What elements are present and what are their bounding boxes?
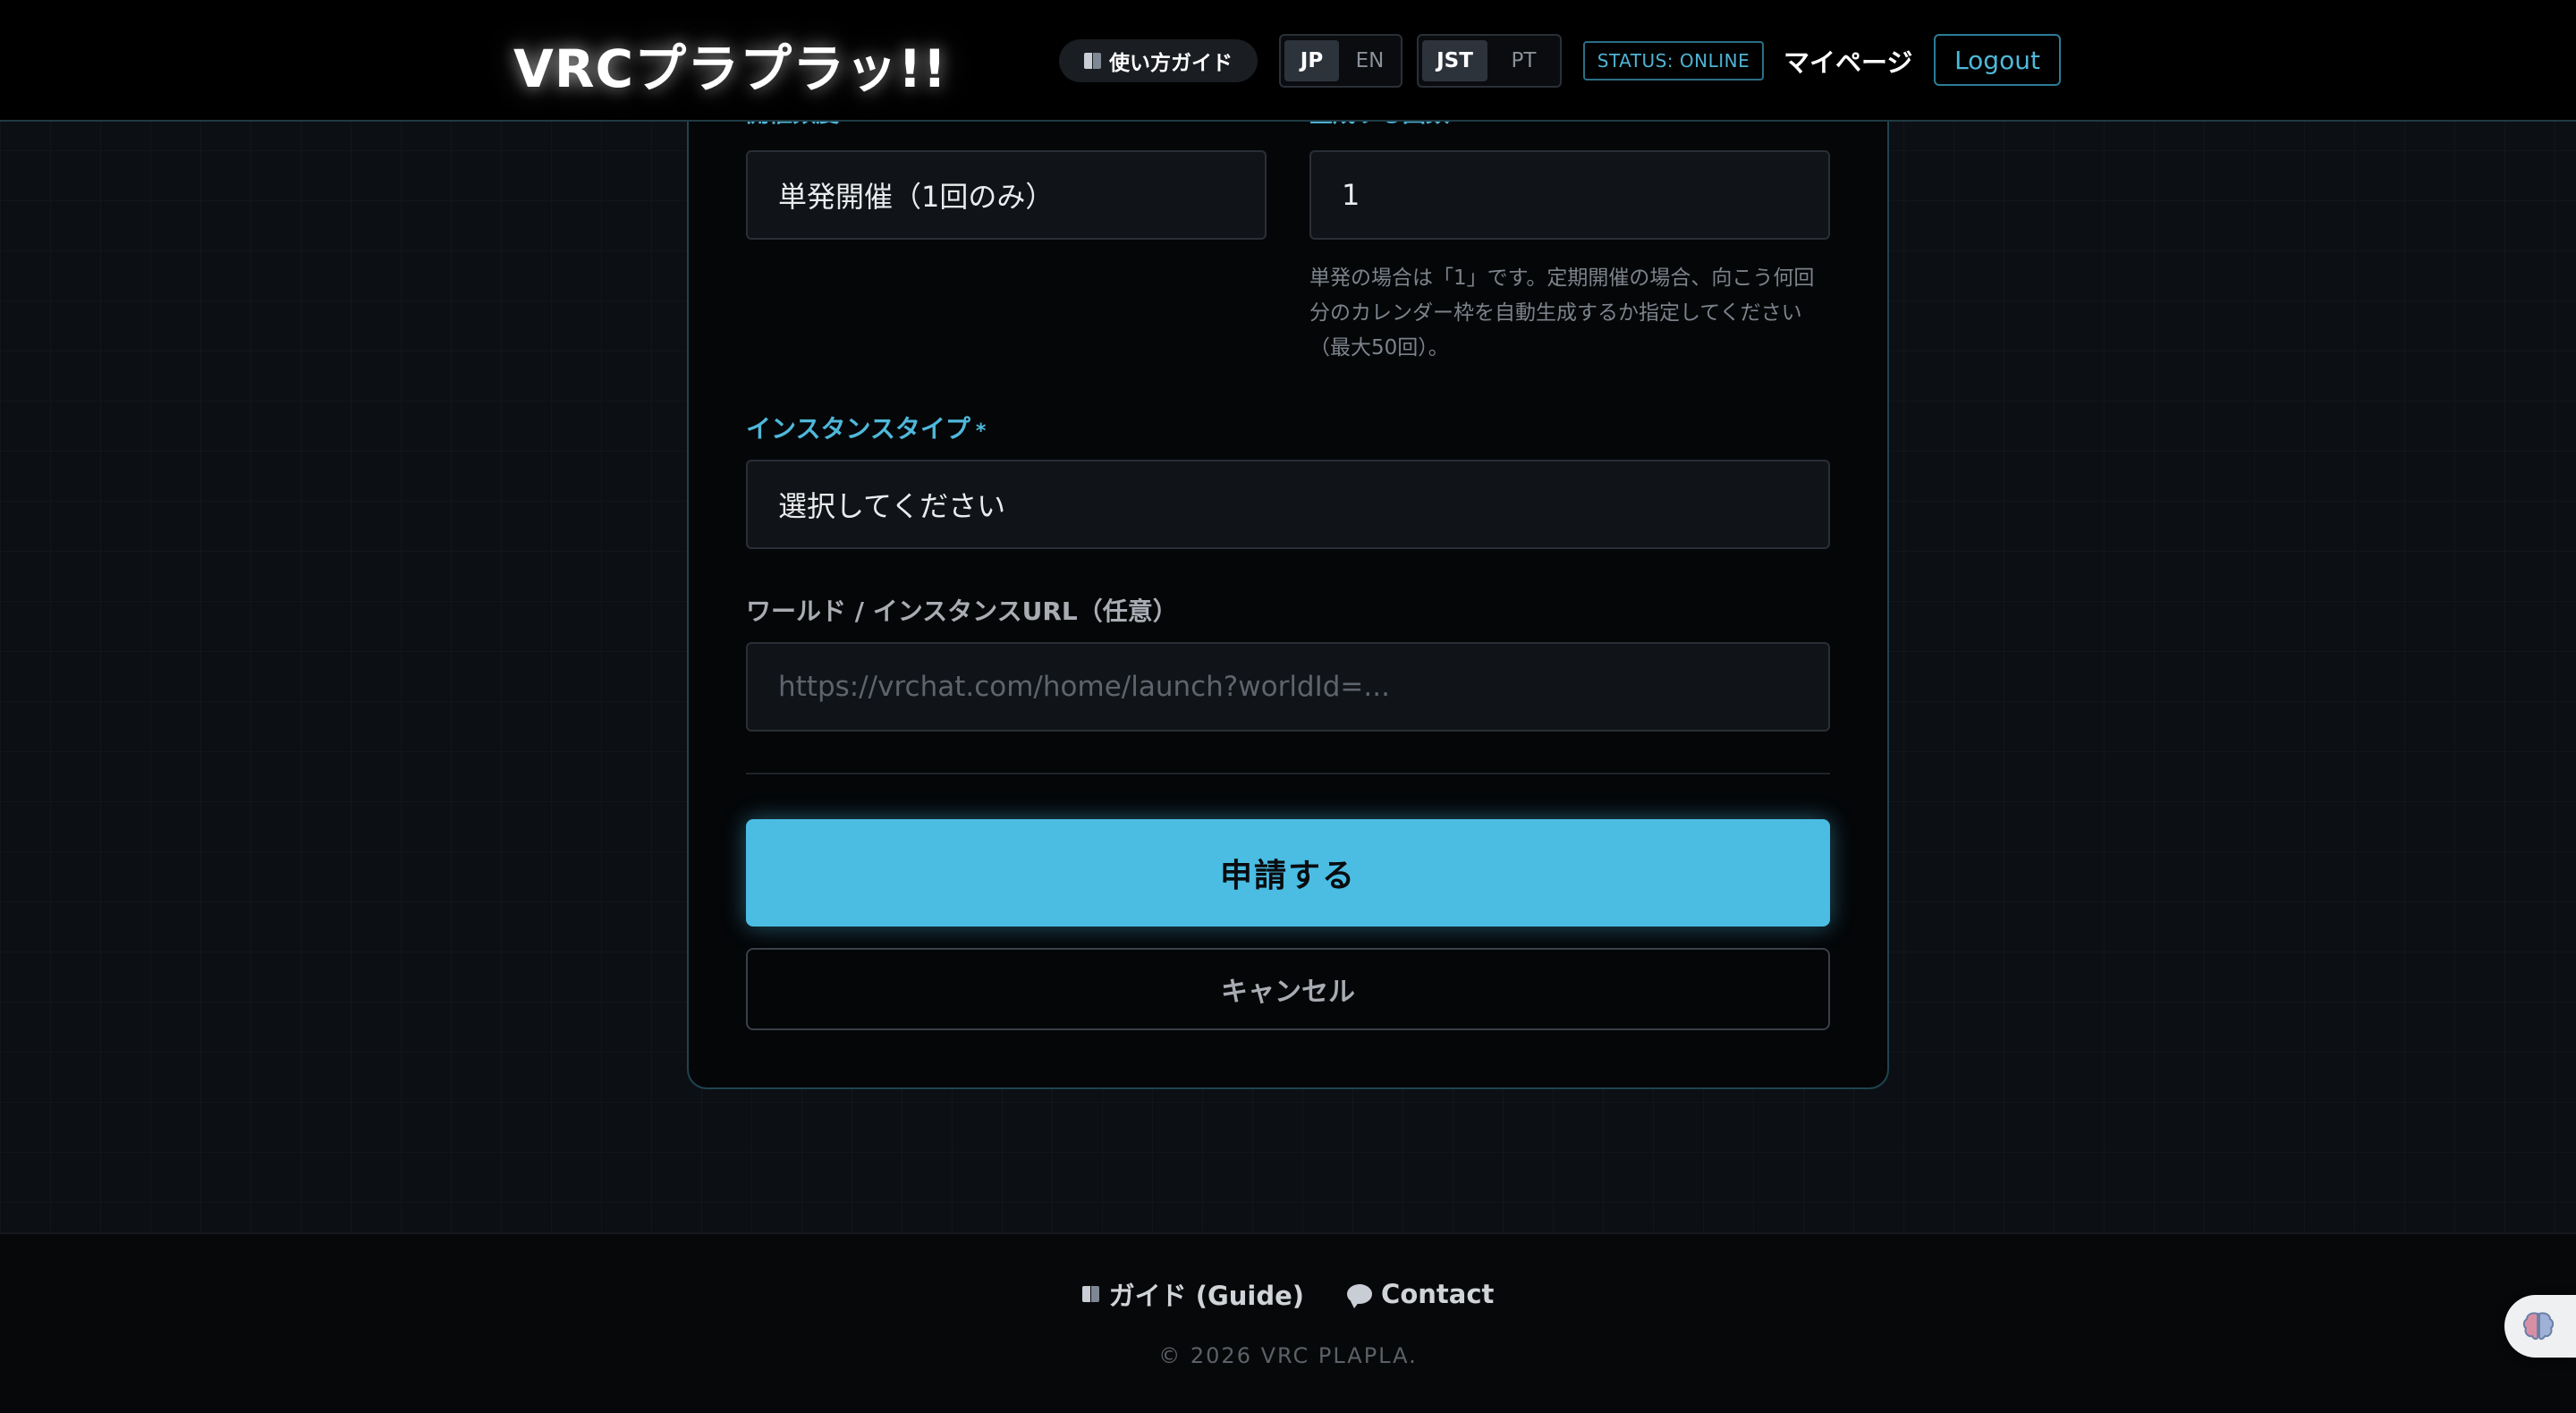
- lang-option-jp[interactable]: JP: [1284, 40, 1339, 81]
- footer-contact-link[interactable]: Contact: [1347, 1275, 1494, 1313]
- brain-icon: [2522, 1312, 2555, 1341]
- book-icon: [1084, 51, 1102, 71]
- world-url-label: ワールド / インスタンスURL（任意）: [746, 597, 1178, 626]
- count-input[interactable]: 1: [1309, 150, 1830, 240]
- cancel-button[interactable]: キャンセル: [746, 948, 1830, 1030]
- logout-button[interactable]: Logout: [1934, 34, 2061, 86]
- book-icon: [1081, 1284, 1100, 1304]
- tz-option-pt[interactable]: PT: [1491, 40, 1556, 81]
- instance-type-label-text: インスタンスタイプ: [746, 414, 970, 444]
- usage-guide-button[interactable]: 使い方ガイド: [1059, 39, 1258, 82]
- speech-bubble-icon: [1347, 1284, 1373, 1308]
- world-url-input[interactable]: https://vrchat.com/home/launch?worldId=.…: [746, 642, 1830, 732]
- usage-guide-label: 使い方ガイド: [1109, 52, 1233, 75]
- language-toggle: JP EN: [1279, 34, 1402, 88]
- instance-type-label: インスタンスタイプ *: [746, 410, 986, 445]
- status-badge: STATUS: ONLINE: [1583, 41, 1764, 80]
- timezone-toggle: JST PT: [1417, 34, 1562, 88]
- instance-type-select[interactable]: 選択してください: [746, 460, 1830, 549]
- top-header: VRCプラプラッ!! 使い方ガイド JP EN JST PT STATUS: O…: [0, 0, 2576, 122]
- form-divider: [746, 773, 1830, 774]
- footer-contact-label: Contact: [1381, 1279, 1495, 1309]
- footer-guide-link[interactable]: ガイド (Guide): [1081, 1275, 1305, 1313]
- tz-option-jst[interactable]: JST: [1422, 40, 1487, 81]
- lang-option-en[interactable]: EN: [1343, 40, 1397, 81]
- frequency-select[interactable]: 単発開催（1回のみ）: [746, 150, 1267, 240]
- submit-button[interactable]: 申請する: [746, 819, 1830, 926]
- footer-guide-label: ガイド (Guide): [1108, 1281, 1305, 1311]
- count-hint: 単発の場合は「1」です。定期開催の場合、向こう何回分のカレンダー枠を自動生成する…: [1309, 267, 1815, 360]
- copyright: © 2026 VRC PLAPLA.: [1158, 1343, 1418, 1368]
- floating-assistant-button[interactable]: [2504, 1295, 2576, 1358]
- site-logo[interactable]: VRCプラプラッ!!: [513, 27, 947, 102]
- footer-links: ガイド (Guide) Contact: [0, 1275, 2576, 1313]
- site-footer: ガイド (Guide) Contact © 2026 VRC PLAPLA.: [0, 1232, 2576, 1413]
- mypage-link[interactable]: マイページ: [1784, 39, 1912, 82]
- required-mark: *: [975, 420, 987, 443]
